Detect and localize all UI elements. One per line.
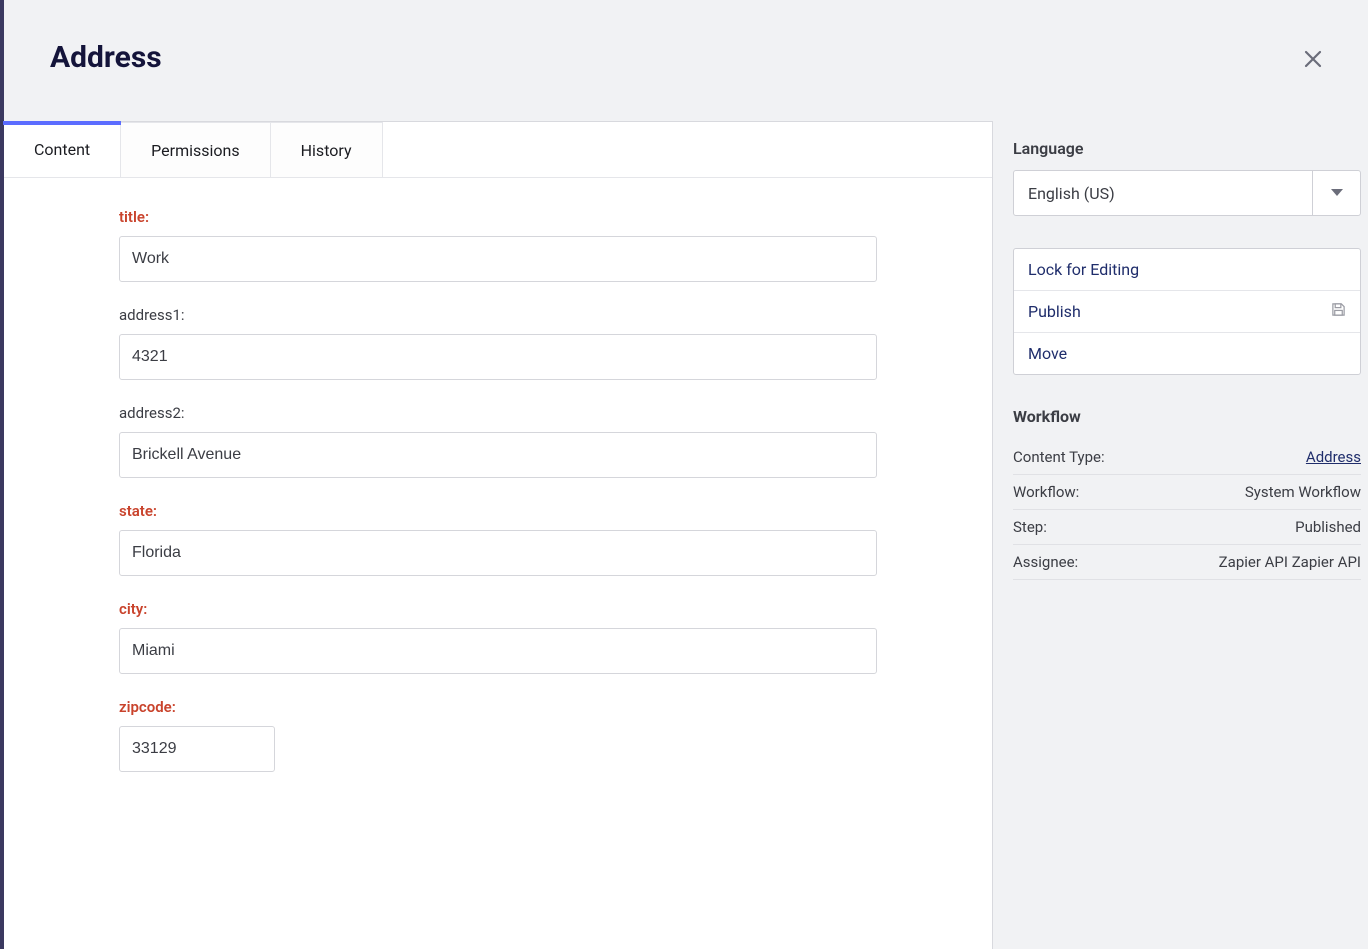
address1-label: address1: (119, 306, 877, 324)
content-type-key: Content Type: (1013, 448, 1105, 466)
close-button[interactable] (1303, 49, 1323, 69)
move-label: Move (1028, 344, 1067, 363)
language-select[interactable]: English (US) (1013, 170, 1361, 216)
language-select-value: English (US) (1014, 171, 1312, 215)
assignee-val: Zapier API Zapier API (1219, 553, 1361, 571)
zipcode-label: zipcode: (119, 698, 877, 716)
move-button[interactable]: Move (1014, 332, 1360, 374)
page-title: Address (50, 40, 162, 75)
tab-content[interactable]: Content (4, 122, 121, 177)
meta-row-step: Step: Published (1013, 510, 1361, 545)
workflow-key: Workflow: (1013, 483, 1079, 501)
city-label: city: (119, 600, 877, 618)
meta-row-content-type: Content Type: Address (1013, 440, 1361, 475)
content-type-link[interactable]: Address (1306, 448, 1361, 466)
address2-input[interactable] (119, 432, 877, 478)
step-val: Published (1295, 518, 1361, 536)
address1-input[interactable] (119, 334, 877, 380)
assignee-key: Assignee: (1013, 553, 1078, 571)
tab-history[interactable]: History (271, 122, 383, 177)
title-label: title: (119, 208, 877, 226)
modal-header: Address (4, 0, 1368, 121)
publish-button[interactable]: Publish (1014, 290, 1360, 332)
lock-for-editing-button[interactable]: Lock for Editing (1014, 249, 1360, 290)
language-select-caret (1312, 171, 1360, 215)
step-key: Step: (1013, 518, 1047, 536)
content-form: title: address1: address2: state: city: (4, 178, 992, 826)
tab-bar: Content Permissions History (4, 122, 992, 178)
workflow-actions: Lock for Editing Publish Move (1013, 248, 1361, 375)
address2-label: address2: (119, 404, 877, 422)
save-icon (1331, 302, 1346, 321)
caret-down-icon (1331, 189, 1343, 197)
sidebar: Language English (US) Lock for Editing P… (992, 121, 1368, 949)
workflow-section-title: Workflow (1013, 407, 1361, 426)
workflow-val: System Workflow (1245, 483, 1361, 501)
meta-row-assignee: Assignee: Zapier API Zapier API (1013, 545, 1361, 580)
close-icon (1303, 49, 1323, 69)
tab-permissions[interactable]: Permissions (121, 122, 270, 177)
state-input[interactable] (119, 530, 877, 576)
city-input[interactable] (119, 628, 877, 674)
title-input[interactable] (119, 236, 877, 282)
lock-for-editing-label: Lock for Editing (1028, 260, 1139, 279)
meta-row-workflow: Workflow: System Workflow (1013, 475, 1361, 510)
publish-label: Publish (1028, 302, 1081, 321)
language-label: Language (1013, 139, 1313, 158)
zipcode-input[interactable] (119, 726, 275, 772)
state-label: state: (119, 502, 877, 520)
